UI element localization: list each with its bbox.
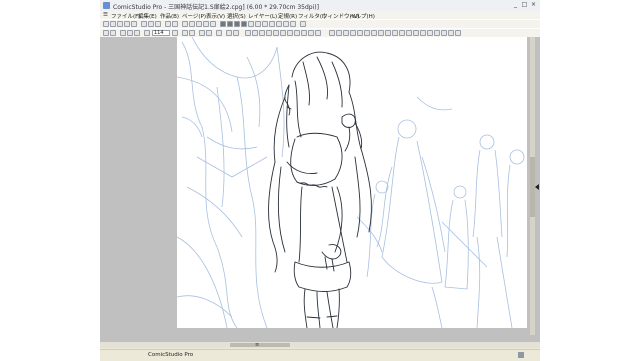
tool-options-icon[interactable]: [276, 21, 282, 27]
app-window: ComicStudio Pro - 三国神話伝記1.S扉絵2.cpg] (6.0…: [100, 0, 540, 361]
status-text: ComicStudio Pro: [148, 352, 194, 358]
magic-wand-icon[interactable]: [280, 30, 286, 36]
panel-toggle-1-icon[interactable]: [329, 30, 335, 36]
rotate-right-icon[interactable]: [206, 30, 212, 36]
material-icon[interactable]: [290, 21, 296, 27]
print-icon[interactable]: [131, 21, 137, 27]
save-as-icon[interactable]: [124, 21, 130, 27]
minimize-button[interactable]: _: [511, 1, 520, 9]
menu-bar: ☰ ファイル(F) 編集(E) 作品(B) ページ(P) 表示(V) 選択(S)…: [100, 11, 540, 20]
zoom-out-icon[interactable]: [144, 30, 150, 36]
guide-icon[interactable]: [196, 21, 202, 27]
maximize-button[interactable]: □: [520, 1, 529, 9]
layer-icon[interactable]: [210, 21, 216, 27]
balloon-icon[interactable]: [308, 30, 314, 36]
panel-toggle-16-icon[interactable]: [434, 30, 440, 36]
window-icon[interactable]: [255, 21, 261, 27]
panel-toggle-8-icon[interactable]: [378, 30, 384, 36]
scroll-grip-icon: ≡: [255, 342, 260, 348]
horizontal-scrollbar[interactable]: [100, 342, 540, 348]
panel-toggle-18-icon[interactable]: [448, 30, 454, 36]
panel-icon[interactable]: [262, 21, 268, 27]
panel-toggle-7-icon[interactable]: [371, 30, 377, 36]
preview-icon[interactable]: [248, 21, 254, 27]
open-file-icon[interactable]: [110, 21, 116, 27]
frame-icon[interactable]: [203, 21, 209, 27]
arrow-left-icon[interactable]: [226, 30, 232, 36]
menu-icon[interactable]: ☰: [103, 12, 108, 18]
color-icon[interactable]: [283, 21, 289, 27]
rotate-tool-icon[interactable]: [110, 30, 116, 36]
pen-tool-icon[interactable]: [120, 30, 126, 36]
flip-icon[interactable]: [216, 30, 222, 36]
panel-toggle-17-icon[interactable]: [441, 30, 447, 36]
drawing-canvas[interactable]: [177, 37, 527, 328]
navigator-icon[interactable]: [269, 21, 275, 27]
actual-size-icon[interactable]: [189, 30, 195, 36]
ruler-icon[interactable]: [189, 21, 195, 27]
window-title: ComicStudio Pro - 三国神話伝記1.S扉絵2.cpg] (6.0…: [113, 4, 319, 11]
horizontal-scroll-thumb[interactable]: [230, 343, 290, 347]
tone-icon[interactable]: [315, 30, 321, 36]
undo-icon[interactable]: [165, 21, 171, 27]
transform-icon[interactable]: [259, 30, 265, 36]
help-icon[interactable]: [300, 21, 306, 27]
select-icon[interactable]: [266, 30, 272, 36]
view-mode-4-icon[interactable]: [241, 21, 247, 27]
lasso-icon[interactable]: [273, 30, 279, 36]
eraser-tool-icon[interactable]: [134, 30, 140, 36]
panel-toggle-4-icon[interactable]: [350, 30, 356, 36]
zoom-input[interactable]: 114: [152, 30, 170, 36]
save-icon[interactable]: [117, 21, 123, 27]
resize-grip-icon[interactable]: [518, 352, 524, 358]
hand-tool-icon[interactable]: [103, 30, 109, 36]
work-area[interactable]: [100, 37, 540, 342]
panel-toggle-14-icon[interactable]: [420, 30, 426, 36]
fit-icon[interactable]: [182, 30, 188, 36]
redo-icon[interactable]: [172, 21, 178, 27]
panel-toggle-10-icon[interactable]: [392, 30, 398, 36]
close-button[interactable]: ×: [529, 1, 538, 9]
view-mode-3-icon[interactable]: [234, 21, 240, 27]
panel-toggle-19-icon[interactable]: [455, 30, 461, 36]
view-mode-1-icon[interactable]: [220, 21, 226, 27]
app-icon: [103, 2, 110, 9]
cut-icon[interactable]: [141, 21, 147, 27]
sketch-artwork: [177, 37, 525, 328]
grid-icon[interactable]: [182, 21, 188, 27]
panel-toggle-5-icon[interactable]: [357, 30, 363, 36]
rotate-left-icon[interactable]: [199, 30, 205, 36]
text-icon[interactable]: [301, 30, 307, 36]
arrow-right-icon[interactable]: [233, 30, 239, 36]
panel-toggle-11-icon[interactable]: [399, 30, 405, 36]
panel-toggle-12-icon[interactable]: [406, 30, 412, 36]
panel-expand-arrow-icon[interactable]: [535, 184, 539, 190]
panel-toggle-15-icon[interactable]: [427, 30, 433, 36]
pencil-tool-icon[interactable]: [127, 30, 133, 36]
zoom-in-icon[interactable]: [172, 30, 178, 36]
gradient-icon[interactable]: [294, 30, 300, 36]
status-bar: ComicStudio Pro: [100, 349, 540, 361]
copy-icon[interactable]: [148, 21, 154, 27]
paste-icon[interactable]: [155, 21, 161, 27]
new-file-icon[interactable]: [103, 21, 109, 27]
panel-toggle-13-icon[interactable]: [413, 30, 419, 36]
panel-toggle-9-icon[interactable]: [385, 30, 391, 36]
panel-toggle-3-icon[interactable]: [343, 30, 349, 36]
fill-icon[interactable]: [287, 30, 293, 36]
view-mode-2-icon[interactable]: [227, 21, 233, 27]
panel-toggle-2-icon[interactable]: [336, 30, 342, 36]
shape-icon[interactable]: [252, 30, 258, 36]
panel-toggle-6-icon[interactable]: [364, 30, 370, 36]
brush-size-icon[interactable]: [245, 30, 251, 36]
